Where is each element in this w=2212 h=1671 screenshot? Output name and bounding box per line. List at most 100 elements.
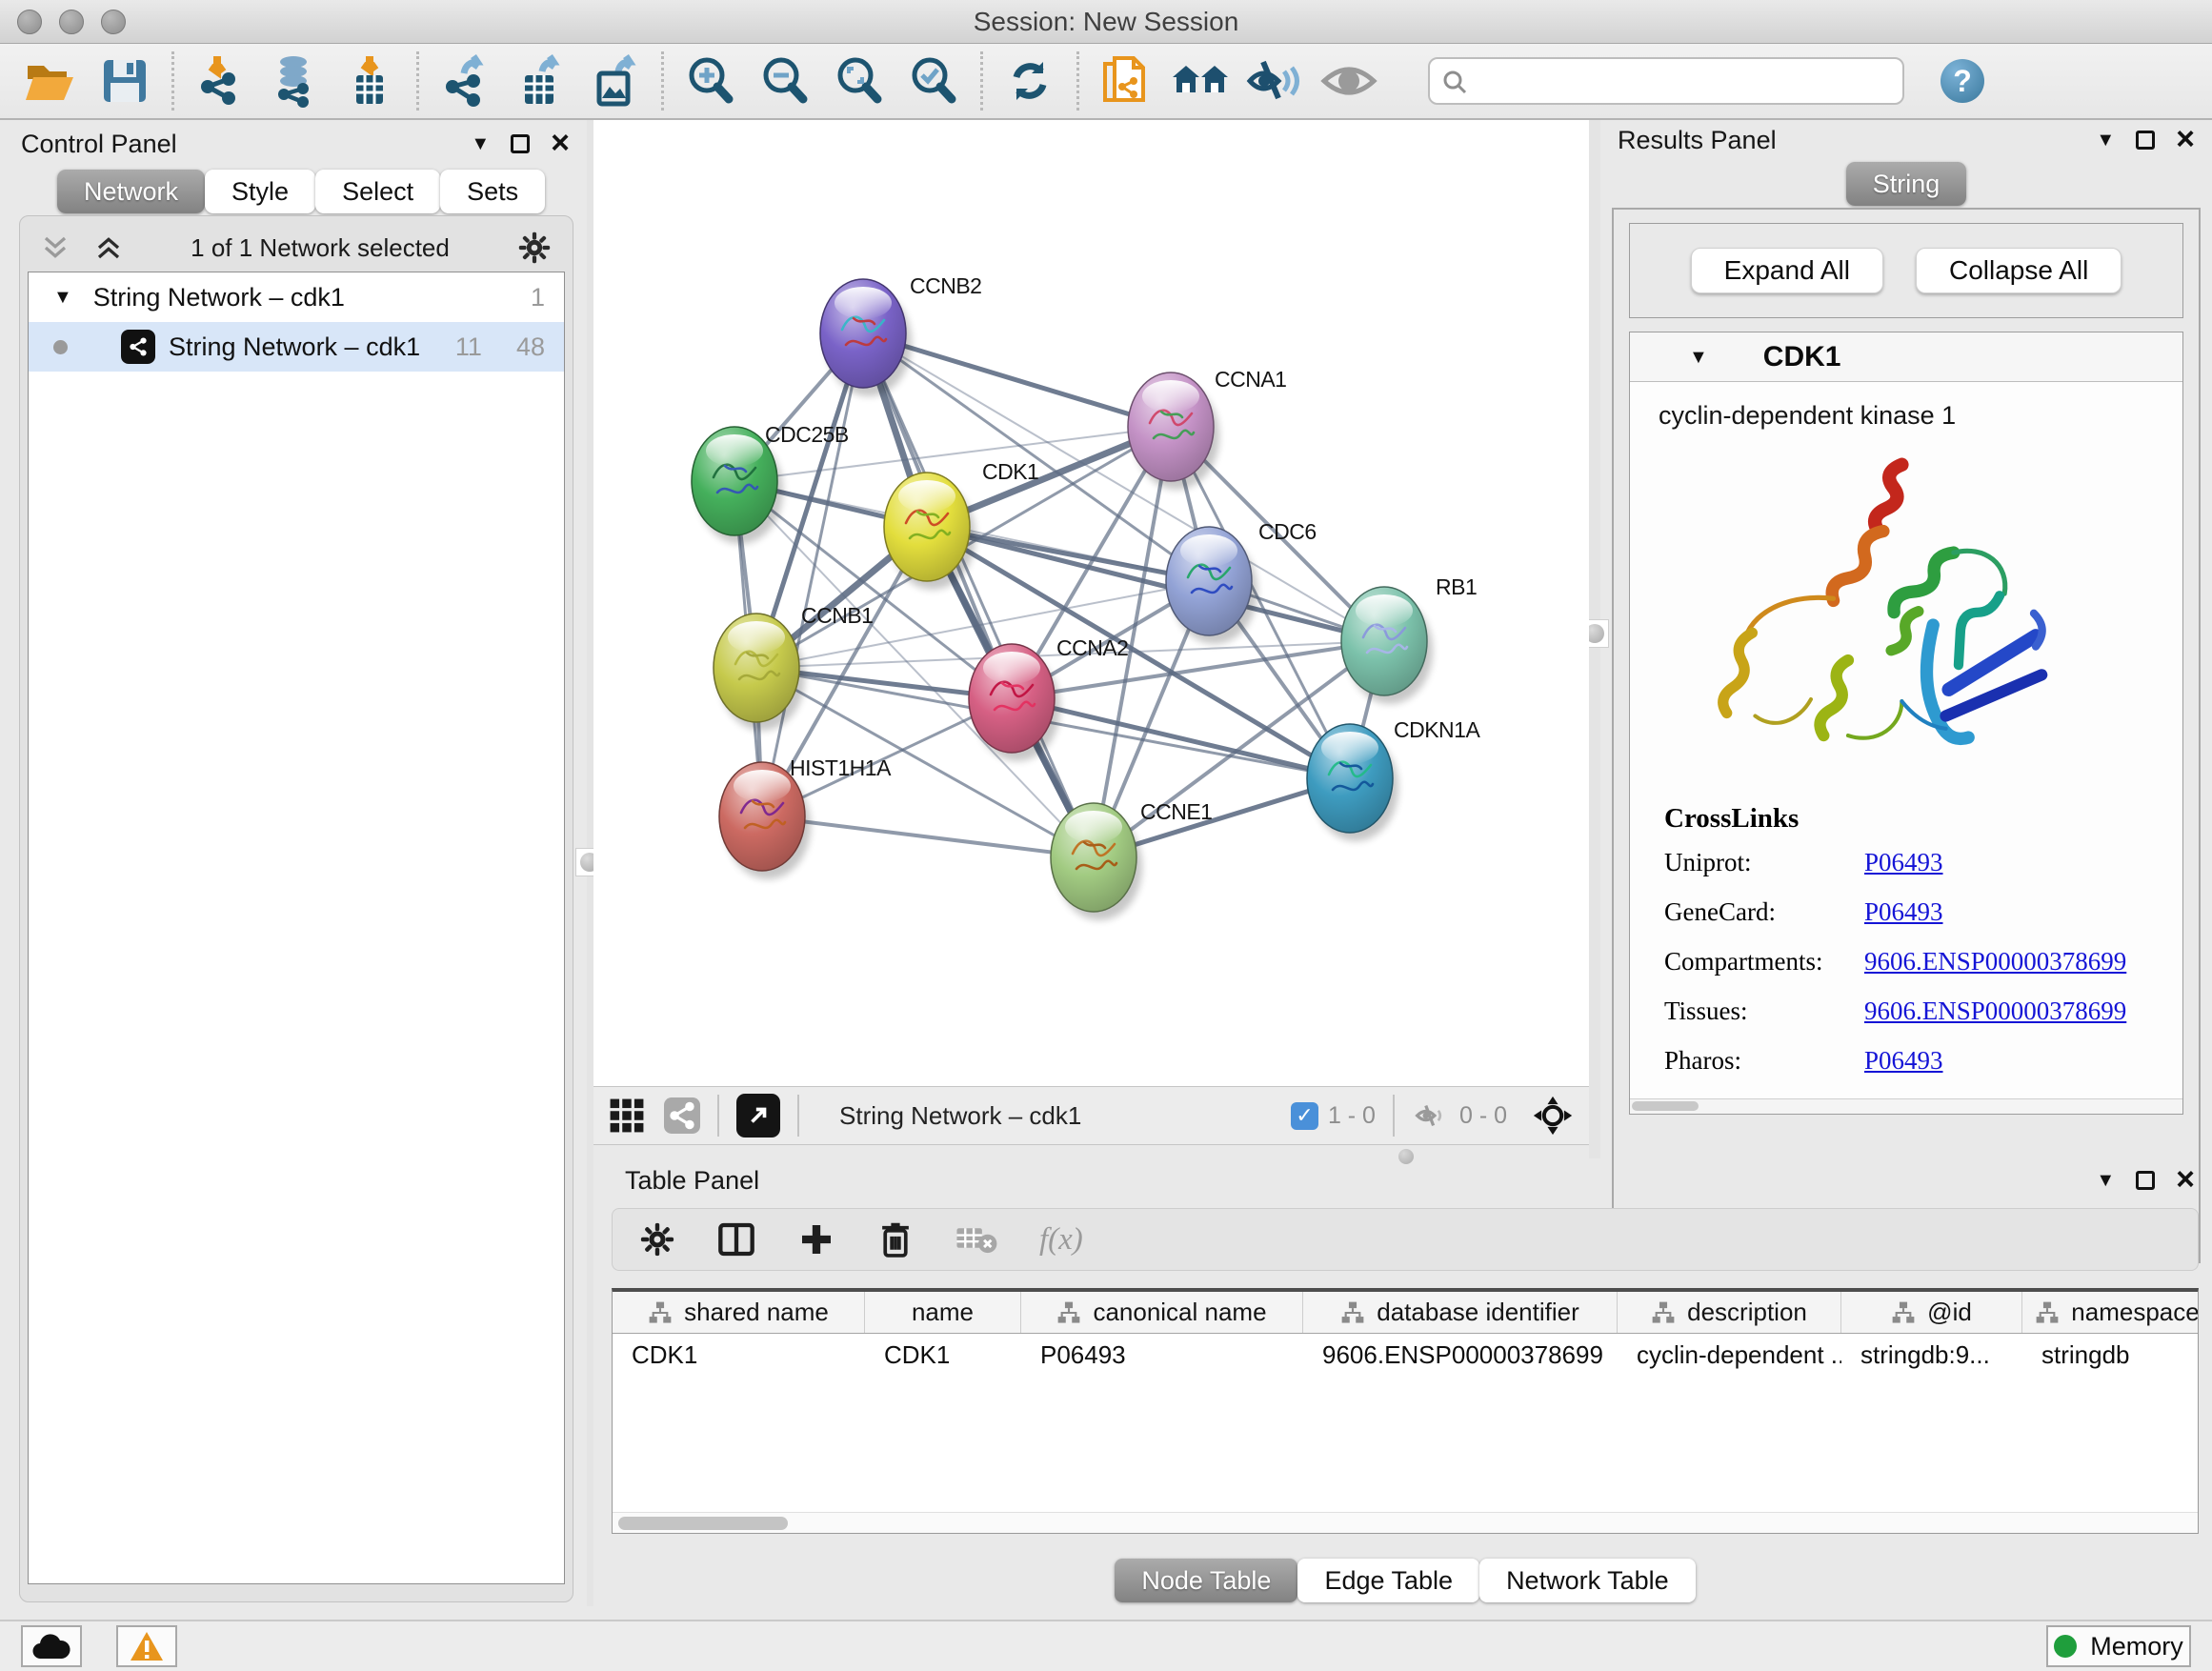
expand-all-icon[interactable] bbox=[94, 233, 123, 262]
memory-button[interactable]: Memory bbox=[2046, 1625, 2191, 1667]
export-image-button[interactable] bbox=[577, 50, 652, 112]
delete-column-icon[interactable] bbox=[877, 1220, 914, 1258]
zoom-fit-button[interactable] bbox=[822, 50, 896, 112]
selected-nodes-checkbox[interactable]: ✓ bbox=[1291, 1102, 1318, 1130]
network-node-HIST1H1A[interactable]: HIST1H1A bbox=[719, 755, 892, 879]
column-header--id[interactable]: @id bbox=[1841, 1292, 2022, 1333]
crosslink-link[interactable]: 9606.ENSP00000378699 bbox=[1864, 947, 2126, 976]
node-result-header[interactable]: ▼ CDK1 bbox=[1630, 332, 2182, 382]
table-panel-close-button[interactable]: × bbox=[2176, 1169, 2195, 1192]
help-button[interactable]: ? bbox=[1941, 59, 1984, 103]
crosslink-link[interactable]: P06493 bbox=[1864, 848, 1943, 877]
results-panel-maximize-button[interactable] bbox=[2136, 131, 2155, 150]
show-hide-details-button[interactable] bbox=[1237, 50, 1312, 112]
search-input[interactable] bbox=[1428, 57, 1904, 105]
import-network-from-file-button[interactable] bbox=[184, 50, 258, 112]
import-network-from-database-button[interactable] bbox=[258, 50, 332, 112]
column-header-database-identifier[interactable]: database identifier bbox=[1303, 1292, 1618, 1333]
crosslink-link[interactable]: 9606.ENSP00000378699 bbox=[1864, 997, 2126, 1026]
network-node-CCNA1[interactable]: CCNA1 bbox=[1128, 367, 1286, 490]
tab-select[interactable]: Select bbox=[315, 170, 440, 213]
node-result-collapse-icon[interactable]: ▼ bbox=[1689, 348, 1708, 367]
network-node-CDKN1A[interactable]: CDKN1A bbox=[1307, 717, 1480, 841]
tab-network-table[interactable]: Network Table bbox=[1479, 1559, 1696, 1602]
save-floppy-icon bbox=[100, 56, 150, 106]
table-cell[interactable]: cyclin-dependent ... bbox=[1618, 1340, 1841, 1370]
table-panel-maximize-button[interactable] bbox=[2136, 1171, 2155, 1190]
export-network-button[interactable] bbox=[429, 50, 503, 112]
table-cell[interactable]: CDK1 bbox=[613, 1340, 865, 1370]
network-edge[interactable] bbox=[762, 816, 1094, 857]
network-edge[interactable] bbox=[762, 333, 863, 816]
tab-node-table[interactable]: Node Table bbox=[1115, 1559, 1297, 1602]
table-panel-float-button[interactable]: ▼ bbox=[2096, 1171, 2115, 1190]
crosslink-link[interactable]: P06493 bbox=[1864, 1046, 1943, 1076]
network-node-CDC6[interactable]: CDC6 bbox=[1166, 519, 1317, 644]
function-builder-icon-disabled[interactable]: f(x) bbox=[1039, 1222, 1083, 1258]
network-node-CDK1[interactable]: CDK1 bbox=[884, 459, 1038, 590]
control-panel-float-button[interactable]: ▼ bbox=[471, 134, 490, 153]
network-node-RB1[interactable]: RB1 bbox=[1341, 574, 1477, 704]
table-cell[interactable]: 9606.ENSP00000378699 bbox=[1303, 1340, 1618, 1370]
grid-view-icon[interactable] bbox=[609, 1097, 645, 1134]
control-panel-maximize-button[interactable] bbox=[511, 134, 530, 153]
tab-string-results[interactable]: String bbox=[1846, 162, 1967, 206]
network-edge[interactable] bbox=[863, 333, 1094, 857]
birds-eye-view-button[interactable] bbox=[1312, 50, 1386, 112]
first-neighbors-button[interactable] bbox=[1163, 50, 1237, 112]
network-node-CCNE1[interactable]: CCNE1 bbox=[1051, 799, 1212, 920]
column-header-shared-name[interactable]: shared name bbox=[613, 1292, 865, 1333]
open-session-button[interactable] bbox=[13, 50, 88, 112]
network-share-icon-disabled[interactable] bbox=[664, 1097, 700, 1134]
zoom-selected-button[interactable] bbox=[896, 50, 971, 112]
collapse-all-icon[interactable] bbox=[41, 233, 70, 262]
crosslink-link[interactable]: P06493 bbox=[1864, 897, 1943, 927]
column-header-description[interactable]: description bbox=[1618, 1292, 1841, 1333]
hidden-eye-icon[interactable] bbox=[1412, 1099, 1450, 1132]
network-node-CDC25B[interactable]: CDC25B bbox=[692, 422, 849, 544]
node-label-HIST1H1A: HIST1H1A bbox=[790, 755, 892, 780]
zoom-in-button[interactable] bbox=[674, 50, 748, 112]
table-cell[interactable]: P06493 bbox=[1021, 1340, 1303, 1370]
results-panel-float-button[interactable]: ▼ bbox=[2096, 131, 2115, 150]
table-gear-icon[interactable] bbox=[639, 1221, 675, 1258]
table-row[interactable]: CDK1CDK1P064939606.ENSP00000378699cyclin… bbox=[613, 1334, 2198, 1376]
cloud-status-button[interactable] bbox=[21, 1625, 82, 1667]
result-card-scrollbar[interactable] bbox=[1630, 1098, 2182, 1114]
table-cell[interactable]: stringdb bbox=[2022, 1340, 2199, 1370]
tab-edge-table[interactable]: Edge Table bbox=[1297, 1559, 1479, 1602]
zoom-out-button[interactable] bbox=[748, 50, 822, 112]
network-collection-row[interactable]: ▼ String Network – cdk1 1 bbox=[29, 272, 564, 322]
add-column-icon[interactable] bbox=[797, 1220, 835, 1258]
string-network-graph[interactable]: CCNB2 CCNA1 CDC25B CDK1 bbox=[593, 120, 1589, 1086]
network-view-canvas[interactable]: CCNB2 CCNA1 CDC25B CDK1 bbox=[593, 120, 1589, 1086]
show-columns-icon[interactable] bbox=[717, 1220, 755, 1258]
import-table-from-file-button[interactable] bbox=[332, 50, 407, 112]
results-panel-close-button[interactable]: × bbox=[2176, 129, 2195, 151]
refresh-network-button[interactable] bbox=[993, 50, 1067, 112]
fit-selected-crosshair-icon[interactable] bbox=[1532, 1095, 1574, 1137]
column-header-canonical-name[interactable]: canonical name bbox=[1021, 1292, 1303, 1333]
network-node-CCNA2[interactable]: CCNA2 bbox=[969, 635, 1128, 761]
network-node-CCNB2[interactable]: CCNB2 bbox=[820, 273, 981, 396]
gear-icon[interactable] bbox=[517, 231, 552, 265]
network-row[interactable]: String Network – cdk1 11 48 bbox=[29, 322, 564, 372]
table-cell[interactable]: stringdb:9... bbox=[1841, 1340, 2022, 1370]
collapse-all-button[interactable]: Collapse All bbox=[1916, 248, 2122, 293]
column-header-namespace[interactable]: namespace bbox=[2022, 1292, 2199, 1333]
tab-network[interactable]: Network bbox=[57, 170, 205, 213]
warnings-button[interactable] bbox=[116, 1625, 177, 1667]
export-table-button[interactable] bbox=[503, 50, 577, 112]
expand-all-button[interactable]: Expand All bbox=[1691, 248, 1883, 293]
column-header-name[interactable]: name bbox=[865, 1292, 1021, 1333]
table-horizontal-scrollbar[interactable] bbox=[613, 1512, 2198, 1533]
collection-expand-icon[interactable]: ▼ bbox=[53, 288, 72, 307]
network-from-selection-button[interactable] bbox=[1089, 50, 1163, 112]
save-session-button[interactable] bbox=[88, 50, 162, 112]
control-panel-close-button[interactable]: × bbox=[551, 132, 570, 155]
open-view-in-window-button[interactable] bbox=[736, 1094, 780, 1137]
table-cell[interactable]: CDK1 bbox=[865, 1340, 1021, 1370]
clear-table-icon-disabled[interactable] bbox=[955, 1223, 997, 1256]
tab-sets[interactable]: Sets bbox=[440, 170, 545, 213]
tab-style[interactable]: Style bbox=[205, 170, 315, 213]
